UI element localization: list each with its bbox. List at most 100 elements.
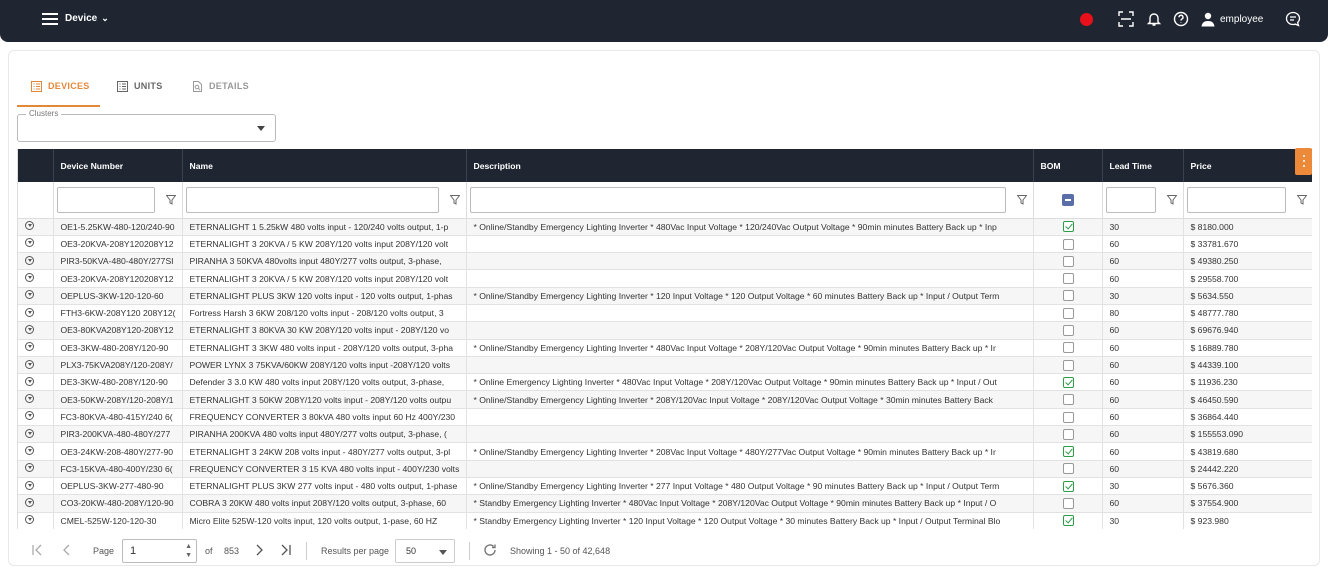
filter-icon[interactable] bbox=[1016, 195, 1027, 205]
filter-icon[interactable] bbox=[1166, 195, 1177, 205]
expand-row-icon[interactable] bbox=[25, 497, 34, 507]
record-icon[interactable] bbox=[1080, 13, 1093, 26]
bom-checkbox[interactable] bbox=[1062, 325, 1074, 337]
user-name[interactable]: employee bbox=[1220, 14, 1263, 25]
table-row[interactable]: DE3-3KW-480-208Y/120-90 Defender 3 3.0 KW… bbox=[18, 373, 1312, 392]
column-header-name[interactable]: Name bbox=[182, 149, 467, 182]
table-row[interactable]: OE3-80KVA208Y120-208Y12 ETERNALIGHT 3 80K… bbox=[18, 321, 1312, 340]
name-filter-input[interactable] bbox=[185, 186, 439, 213]
first-page-icon[interactable] bbox=[31, 544, 43, 556]
bell-icon[interactable] bbox=[1146, 11, 1162, 27]
page-number-input[interactable]: 1 ▲ ▼ bbox=[122, 539, 197, 563]
expand-row-icon[interactable] bbox=[25, 411, 34, 421]
menu-icon[interactable] bbox=[42, 13, 58, 25]
bom-checkbox[interactable] bbox=[1062, 273, 1074, 285]
column-header-price[interactable]: Price bbox=[1183, 149, 1312, 182]
table-row[interactable]: FTH3-6KW-208Y120 208Y12(Fortress Harsh 3… bbox=[18, 304, 1312, 323]
bom-cell bbox=[1033, 477, 1103, 496]
tab-devices[interactable]: DEVICES bbox=[17, 77, 100, 107]
clusters-select[interactable]: Clusters bbox=[17, 109, 276, 142]
device-number-filter-input[interactable] bbox=[56, 186, 155, 213]
expand-row-icon[interactable] bbox=[25, 307, 34, 317]
bom-checkbox[interactable] bbox=[1062, 238, 1074, 250]
table-row[interactable]: FC3-15KVA-480-400Y/230 6(FREQUENCY CONVE… bbox=[18, 460, 1312, 478]
bom-checkbox[interactable] bbox=[1062, 515, 1074, 527]
bom-checkbox[interactable] bbox=[1062, 290, 1074, 302]
scan-icon[interactable] bbox=[1118, 11, 1134, 27]
bom-cell bbox=[1033, 304, 1103, 323]
table-row[interactable]: FC3-80KVA-480-415Y/240 6(FREQUENCY CONVE… bbox=[18, 408, 1312, 427]
results-per-page-select[interactable]: 50 bbox=[395, 539, 455, 563]
table-row[interactable]: OE3-50KW-208Y/120-208Y/1 ETERNALIGHT 3 50… bbox=[18, 390, 1312, 409]
description-cell bbox=[466, 460, 1034, 478]
previous-page-icon[interactable] bbox=[61, 544, 73, 556]
table-row[interactable]: CMEL-525W-120-120-30 Micro Elite 525W-120… bbox=[18, 512, 1312, 529]
expand-row-icon[interactable] bbox=[25, 255, 34, 265]
lead-time-filter-input[interactable] bbox=[1105, 186, 1156, 213]
table-row[interactable]: OE3-20KVA-208Y120208Y12 ETERNALIGHT 3 20K… bbox=[18, 235, 1312, 254]
expand-row-icon[interactable] bbox=[25, 394, 34, 404]
expand-row-icon[interactable] bbox=[25, 238, 34, 248]
bom-checkbox[interactable] bbox=[1062, 221, 1074, 233]
table-row[interactable]: OE3-20KVA-208Y120208Y12 ETERNALIGHT 3 20K… bbox=[18, 269, 1312, 288]
filter-icon[interactable] bbox=[449, 195, 460, 205]
table-row[interactable]: OEPLUS-3KW-277-480-90 ETERNALIGHT PLUS 3K… bbox=[18, 477, 1312, 496]
table-row[interactable]: OE3-24KW-208-480Y/277-90 ETERNALIGHT 3 24… bbox=[18, 442, 1312, 461]
expand-row-icon[interactable] bbox=[25, 446, 34, 455]
column-header-description[interactable]: Description bbox=[466, 149, 1034, 182]
table-row[interactable]: PIR3-50KVA-480-480Y/277SI PIRANHA 3 50KVA… bbox=[18, 252, 1312, 271]
filter-icon[interactable] bbox=[1296, 195, 1307, 205]
price-cell: $ 5634.550 bbox=[1183, 287, 1312, 305]
table-row[interactable]: OE3-3KW-480-208Y/120-90 ETERNALIGHT 3 3KW… bbox=[18, 339, 1312, 357]
expand-row-icon[interactable] bbox=[25, 515, 34, 525]
bom-checkbox[interactable] bbox=[1062, 463, 1074, 475]
bom-checkbox[interactable] bbox=[1062, 376, 1074, 388]
column-header-bom[interactable]: BOM bbox=[1033, 149, 1103, 182]
expand-row-icon[interactable] bbox=[25, 290, 34, 300]
table-row[interactable]: CO3-20KW-480-208Y/120-90 COBRA 3 20KW 480… bbox=[18, 494, 1312, 513]
price-filter-input[interactable] bbox=[1186, 186, 1286, 213]
lead-time-cell: 60 bbox=[1102, 408, 1184, 427]
filter-icon[interactable] bbox=[165, 195, 176, 205]
last-page-icon[interactable] bbox=[280, 544, 292, 556]
bom-checkbox[interactable] bbox=[1062, 480, 1074, 492]
table-row[interactable]: PLX3-75KVA208Y/120-208Y/POWER LYNX 3 75K… bbox=[18, 356, 1312, 375]
app-switcher[interactable]: Device ⌄ bbox=[65, 13, 109, 24]
expand-row-icon[interactable] bbox=[25, 359, 34, 369]
refresh-icon[interactable] bbox=[483, 543, 497, 557]
column-header-device-number[interactable]: Device Number bbox=[53, 149, 183, 182]
stepper-icon[interactable]: ▲ ▼ bbox=[185, 542, 192, 560]
bom-checkbox[interactable] bbox=[1062, 394, 1074, 406]
bom-checkbox[interactable] bbox=[1062, 428, 1074, 440]
description-cell: * Online/Standby Emergency Lighting Inve… bbox=[466, 442, 1034, 461]
user-icon[interactable] bbox=[1200, 11, 1216, 27]
tab-details[interactable]: DETAILS bbox=[192, 77, 272, 107]
bom-checkbox[interactable] bbox=[1062, 255, 1074, 267]
expand-row-icon[interactable] bbox=[25, 376, 34, 386]
next-page-icon[interactable] bbox=[253, 544, 265, 556]
table-row[interactable]: OEPLUS-3KW-120-120-60 ETERNALIGHT PLUS 3K… bbox=[18, 287, 1312, 305]
bom-filter-checkbox[interactable] bbox=[1061, 193, 1074, 206]
table-row[interactable]: PIR3-200KVA-480-480Y/277 PIRANHA 200KVA 4… bbox=[18, 425, 1312, 444]
expand-row-icon[interactable] bbox=[25, 463, 34, 473]
column-header-lead-time[interactable]: Lead Time bbox=[1102, 149, 1184, 182]
expand-row-icon[interactable] bbox=[25, 221, 34, 231]
description-filter-input[interactable] bbox=[469, 186, 1006, 213]
table-row[interactable]: OE1-5.25KW-480-120/240-90 ETERNALIGHT 1 5… bbox=[18, 218, 1312, 236]
chat-icon[interactable] bbox=[1285, 11, 1301, 27]
bom-checkbox[interactable] bbox=[1062, 411, 1074, 423]
help-icon[interactable] bbox=[1173, 11, 1189, 27]
expand-row-icon[interactable] bbox=[25, 428, 34, 438]
bom-checkbox[interactable] bbox=[1062, 498, 1074, 510]
bom-checkbox[interactable] bbox=[1062, 446, 1074, 458]
bom-checkbox[interactable] bbox=[1062, 342, 1074, 354]
column-menu-button[interactable] bbox=[1295, 148, 1312, 175]
expand-row-icon[interactable] bbox=[25, 324, 34, 334]
expand-row-icon[interactable] bbox=[25, 480, 34, 490]
tab-units[interactable]: UNITS bbox=[117, 77, 187, 107]
bom-cell bbox=[1033, 321, 1103, 340]
expand-row-icon[interactable] bbox=[25, 273, 34, 283]
bom-checkbox[interactable] bbox=[1062, 307, 1074, 319]
bom-checkbox[interactable] bbox=[1062, 359, 1074, 371]
expand-row-icon[interactable] bbox=[25, 342, 34, 352]
